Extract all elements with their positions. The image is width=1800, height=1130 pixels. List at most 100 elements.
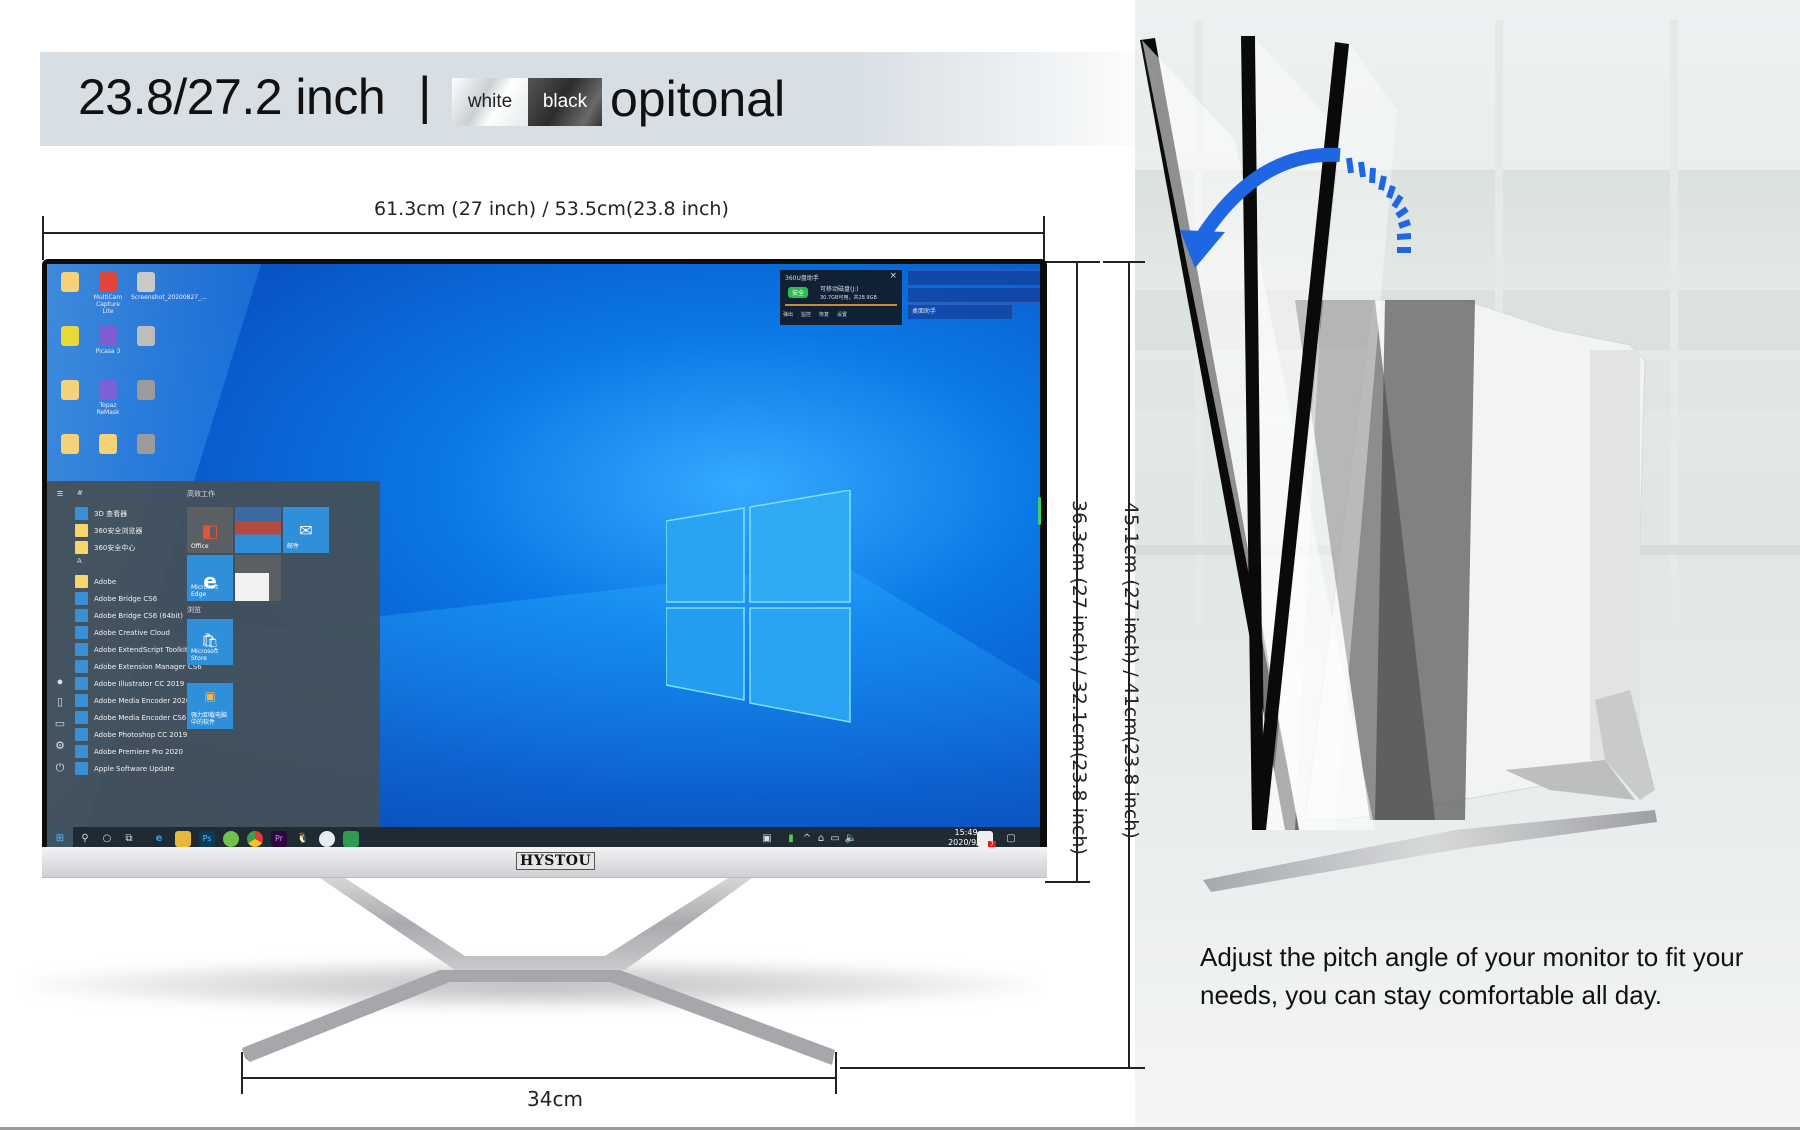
tile-uninstall[interactable]: ▣ 强力卸载电脑中的软件 (187, 683, 233, 729)
desktop-icon-glyph (137, 434, 155, 454)
keyboard-icon[interactable]: ▣ (759, 831, 775, 847)
base-depth-dimension-line (242, 1077, 836, 1079)
power-icon[interactable]: ⏻ (53, 761, 67, 775)
close-icon[interactable]: × (889, 271, 897, 281)
settings-button[interactable]: 设置 (837, 311, 847, 318)
search-icon[interactable]: ⚲ (77, 831, 93, 847)
tile-mail[interactable]: ✉ 邮件 (283, 507, 329, 553)
desktop-icon[interactable] (55, 272, 85, 294)
desktop-icon[interactable] (55, 434, 85, 456)
user-icon[interactable]: ● (53, 675, 67, 689)
photo-thumbnail (235, 573, 269, 601)
dimension-tick (241, 1052, 243, 1094)
task-view-icon[interactable]: ⧉ (121, 831, 137, 847)
volume-icon[interactable]: 🔈 (843, 831, 859, 847)
tile-office[interactable]: ◧ Office (187, 507, 233, 553)
settings-icon[interactable]: ⚙ (53, 739, 67, 753)
start-menu-item-label: Adobe Illustrator CC 2019 (94, 679, 185, 688)
edge-taskbar-icon[interactable]: e (151, 831, 167, 847)
action-center-icon[interactable]: ▢ (1003, 831, 1019, 847)
start-menu-item[interactable]: Apple Software Update (75, 760, 225, 777)
start-menu-item-label: Adobe Creative Cloud (94, 628, 170, 637)
tile-store[interactable]: 🛍 Microsoft Store (187, 619, 233, 665)
fence-label: 桌面助手 (912, 308, 937, 315)
screen-height-dimension-label: 36.3cm (27 inch) / 32.1cm(23.8 inch) (1068, 500, 1090, 855)
start-menu-item-label: Adobe Extension Manager CS6 (94, 662, 202, 671)
widget-title: 360U盘助手 (785, 275, 819, 282)
desktop-icon[interactable] (93, 434, 123, 456)
monitor-stand (242, 878, 835, 1065)
desktop-icon[interactable] (55, 326, 85, 348)
dimension-tick (42, 216, 44, 260)
desktop-icon[interactable]: Screenshot_20200827_... (131, 272, 207, 301)
eject-button[interactable]: 弹出 (783, 311, 793, 318)
color-option-black[interactable]: black (528, 78, 602, 126)
desktop-icon-glyph (61, 272, 79, 292)
desktop-fence[interactable]: 桌面助手 (907, 304, 1013, 320)
start-menu-item[interactable]: Adobe Premiere Pro 2020 (75, 743, 225, 760)
spreadsheet-icon[interactable] (343, 831, 359, 847)
pictures-icon[interactable]: ▭ (53, 717, 67, 731)
file-explorer-icon[interactable] (175, 831, 191, 847)
tile-photos[interactable] (235, 555, 281, 601)
cortana-icon[interactable]: ○ (99, 831, 115, 847)
desktop-icon-glyph (137, 380, 155, 400)
desktop-icon-glyph (99, 380, 117, 400)
mail-icon: ✉ (299, 521, 313, 540)
app-icon (75, 762, 88, 775)
desktop-icon[interactable] (131, 380, 161, 402)
desktop-fence[interactable] (907, 287, 1040, 303)
dimension-tick (835, 1052, 837, 1094)
desktop-icon[interactable] (55, 380, 85, 402)
desktop-icon[interactable] (131, 326, 161, 348)
tile-office-apps[interactable] (235, 507, 281, 553)
document-icon[interactable]: ▯ (53, 695, 67, 709)
app-icon[interactable] (319, 831, 335, 847)
tile-label: Microsoft Store (191, 648, 219, 662)
hamburger-icon[interactable]: ≡ (53, 487, 67, 501)
desktop-icon-label: Picasa 3 (95, 348, 121, 355)
optional-label: opitonal (610, 71, 786, 127)
start-menu: ≡ ● ▯ ▭ ⚙ ⏻ # A 3D 查看器360安全浏览器⌄360安全中心⌄A… (47, 481, 380, 827)
tile-edge[interactable]: e Microsoft Edge (187, 555, 233, 601)
start-menu-item-label: Adobe Media Encoder CS6 (94, 713, 187, 722)
dimension-tick (1045, 261, 1100, 263)
start-menu-item-label: Adobe (94, 577, 117, 586)
chrome-icon[interactable] (247, 831, 263, 847)
monitor-button[interactable]: 监控 (801, 311, 811, 318)
network-icon[interactable]: ▭ (827, 831, 843, 847)
color-option-white[interactable]: white (452, 78, 528, 126)
start-menu-item-label: Adobe Bridge CS6 (94, 594, 158, 603)
tile-label: 强力卸载电脑中的软件 (191, 712, 228, 726)
browser-360-icon[interactable] (223, 831, 239, 847)
start-menu-item-label: Adobe Photoshop CC 2019 (94, 730, 188, 739)
qq-icon[interactable]: 🐧 (295, 831, 311, 847)
desktop-icon-glyph (99, 434, 117, 454)
notification-app-icon[interactable]: 7 (977, 831, 996, 849)
desktop-icon[interactable] (131, 434, 161, 456)
premiere-icon[interactable]: Pr (271, 831, 287, 847)
desktop-icon[interactable]: Picasa 3 (93, 326, 123, 355)
app-icon (75, 728, 88, 741)
desktop-icon-glyph (137, 272, 155, 292)
monitor-chin: HYSTOU (42, 847, 1047, 878)
office-icon: ◧ (201, 521, 219, 542)
safe-badge: 安全 (788, 287, 809, 298)
app-icon (75, 609, 88, 622)
desktop-icon[interactable]: Topaz ReMask (93, 380, 123, 416)
desktop-icon-glyph (99, 272, 117, 292)
start-button[interactable]: ⊞ (47, 827, 73, 849)
photoshop-icon[interactable]: Ps (199, 831, 215, 847)
desktop-icon[interactable]: MultiCam Capture Lite (93, 272, 123, 315)
start-menu-item-label: 360安全浏览器 (94, 526, 143, 535)
restore-button[interactable]: 恢复 (819, 311, 829, 318)
app-icon (75, 660, 88, 673)
size-title: 23.8/27.2 inch (78, 69, 386, 125)
all-in-one-monitor: MultiCam Capture Lite Screenshot_20200827… (42, 259, 1047, 879)
dimension-tick (1043, 216, 1045, 260)
side-indicator (1038, 497, 1041, 525)
desktop-icon-label: MultiCam Capture Lite (93, 294, 123, 315)
usb-helper-widget[interactable]: 360U盘助手 × 安全 可移动磁盘(J:) 30.7GB可用，共28.9GB … (780, 270, 902, 325)
battery-icon[interactable]: ▮ (783, 831, 799, 847)
desktop-fence[interactable] (907, 270, 1040, 286)
